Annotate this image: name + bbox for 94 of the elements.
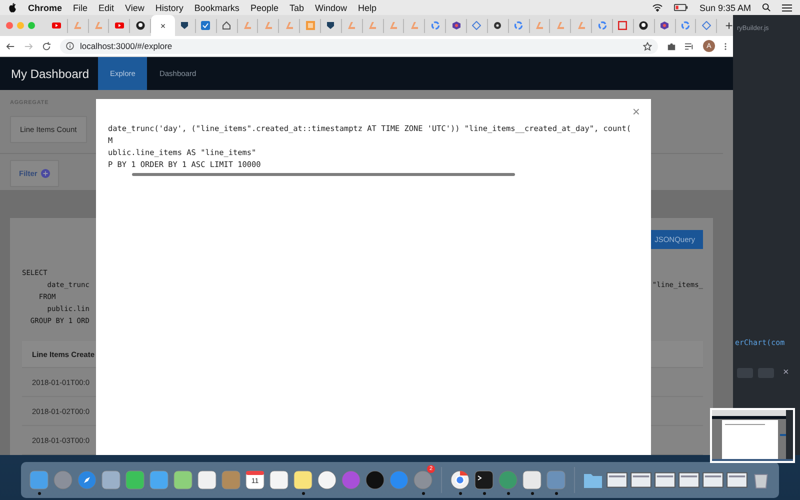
list-icon[interactable] [782, 4, 792, 12]
window-thumbnail-icon [678, 471, 700, 489]
app-icon [221, 470, 241, 490]
close-button[interactable]: × [632, 104, 640, 119]
favicon-icon [326, 21, 336, 30]
app-icon [365, 470, 385, 490]
favicon-icon [388, 21, 398, 30]
zoom-window-button[interactable] [28, 22, 35, 29]
wifi-icon[interactable] [652, 3, 664, 12]
app-icon [29, 470, 49, 490]
new-tab-button[interactable]: + [725, 18, 733, 33]
app-icon [389, 470, 409, 490]
google-icon [598, 21, 607, 30]
google-icon [514, 21, 524, 30]
diamond-icon [472, 21, 482, 30]
browser-tab[interactable]: × [151, 15, 175, 36]
favicon-icon [368, 21, 378, 30]
forward-icon[interactable] [24, 42, 33, 50]
gear-icon [493, 21, 502, 30]
menu-item[interactable]: File [73, 2, 88, 12]
google-icon [430, 21, 440, 30]
address-field[interactable]: localhost:3000/#/explore [80, 41, 172, 51]
app-icon [450, 470, 470, 490]
github-icon [639, 21, 648, 30]
scrollbar[interactable] [132, 173, 515, 176]
favicon-icon [410, 21, 419, 30]
menu-item[interactable]: Edit [98, 2, 114, 12]
app-icon [341, 470, 361, 490]
play-icon [114, 21, 124, 30]
favicon-icon [576, 21, 586, 30]
app-icon [498, 470, 518, 490]
window-thumbnail-icon [702, 471, 724, 489]
app-icon [101, 470, 121, 490]
home-icon [222, 21, 232, 30]
app-icon [522, 470, 542, 490]
back-icon[interactable] [6, 42, 15, 50]
screenshot-thumbnail-drawing[interactable] [710, 408, 795, 463]
clock-text[interactable]: Sun 9:35 AM [699, 2, 751, 12]
menu-item[interactable]: Help [358, 2, 377, 12]
favicon-icon [94, 21, 103, 30]
menu-item[interactable]: History [155, 2, 184, 12]
google-icon [681, 21, 690, 30]
app-icon [173, 470, 193, 490]
search-icon[interactable] [762, 3, 771, 12]
favicon-icon [180, 21, 190, 30]
app-icon [77, 470, 97, 490]
more-icon[interactable] [724, 42, 727, 50]
app-icon [149, 470, 169, 490]
plus-icon [41, 169, 50, 178]
app-icon [293, 470, 313, 490]
battery-icon[interactable] [674, 4, 688, 11]
app-icon [269, 470, 289, 490]
hexagon-icon [660, 21, 670, 30]
close-tab-icon[interactable]: × [160, 20, 166, 30]
app-icon [197, 470, 217, 490]
close-window-button[interactable] [6, 22, 13, 29]
app-icon [53, 470, 73, 490]
app-icon [317, 470, 337, 490]
play-icon [52, 21, 62, 30]
favicon-icon [264, 21, 273, 30]
favicon-icon [618, 21, 628, 30]
favicon-icon [347, 21, 356, 30]
window-thumbnail-icon [630, 471, 652, 489]
window-thumbnail-icon [606, 471, 628, 489]
menu-item[interactable]: Chrome [28, 2, 62, 12]
menu-item[interactable]: People [250, 2, 278, 12]
info-icon[interactable] [66, 42, 74, 50]
favicon-icon [534, 21, 544, 30]
checkbox-icon [201, 21, 210, 30]
app-icon [413, 470, 433, 490]
app-icon [474, 470, 494, 490]
puzzle-icon[interactable] [667, 42, 676, 50]
reload-icon[interactable] [42, 42, 51, 50]
star-icon[interactable] [643, 42, 652, 50]
apple-icon[interactable] [8, 2, 17, 12]
close-button[interactable]: × [783, 367, 789, 378]
github-icon [136, 21, 145, 30]
playlist-icon[interactable] [685, 42, 694, 50]
diamond-icon [702, 21, 711, 30]
window-thumbnail-icon [726, 471, 748, 489]
brand-title[interactable]: My Dashboard [0, 66, 98, 81]
menu-item[interactable]: Window [314, 2, 347, 12]
app-icon [546, 470, 566, 490]
app-icon [125, 470, 145, 490]
menu-item[interactable]: Tab [289, 2, 304, 12]
favicon-icon [284, 21, 294, 30]
favicon-icon [73, 21, 82, 30]
menu-item[interactable]: View [125, 2, 144, 12]
favicon-icon [242, 21, 252, 30]
hexagon-icon [452, 21, 461, 30]
menu-item[interactable]: Bookmarks [194, 2, 240, 12]
favicon-icon [306, 21, 315, 30]
favicon-icon [556, 21, 565, 30]
window-thumbnail-icon [654, 471, 676, 489]
